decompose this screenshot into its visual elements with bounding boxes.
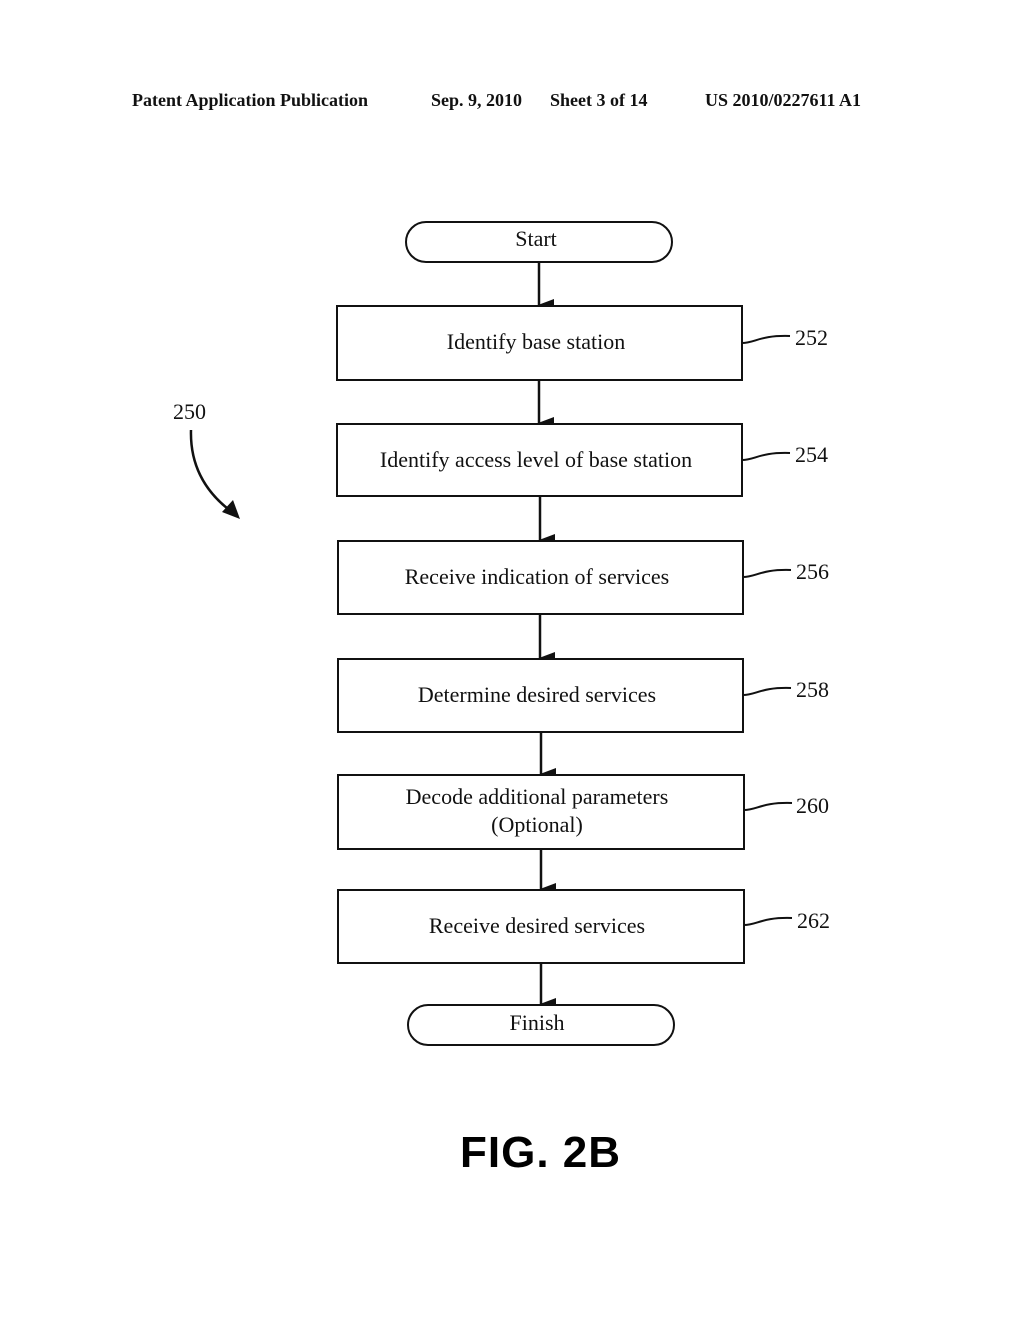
- reference-arrowhead-icon: [222, 500, 240, 519]
- start-terminal: Start: [405, 221, 673, 263]
- reference-pointer-arrow-icon: [189, 429, 233, 514]
- step-box-254: Identify access level of base station: [336, 423, 743, 497]
- step-box-256: Receive indication of services: [337, 540, 744, 615]
- step-label-line-2: (Optional): [491, 812, 583, 837]
- leader-line-262: [743, 916, 793, 926]
- step-box-262: Receive desired services: [337, 889, 745, 964]
- diagram-reference-number: 250: [173, 399, 206, 424]
- ref-number-256: 256: [796, 559, 829, 584]
- leader-line-254: [741, 451, 791, 461]
- ref-number-262: 262: [797, 908, 830, 933]
- leader-line-252: [741, 334, 791, 344]
- leader-line-258: [742, 686, 792, 696]
- step-label-line-1: Decode additional parameters: [406, 784, 669, 809]
- finish-label: Finish: [509, 1010, 564, 1035]
- ref-number-260: 260: [796, 793, 829, 818]
- step-box-260: Decode additional parameters (Optional): [337, 774, 745, 850]
- figure-label: FIG. 2B: [460, 1128, 622, 1177]
- leader-line-256: [742, 568, 792, 578]
- start-label: Start: [515, 226, 557, 251]
- ref-number-252: 252: [795, 325, 828, 350]
- finish-terminal: Finish: [407, 1004, 675, 1046]
- step-label: Determine desired services: [418, 682, 656, 707]
- step-label: Receive desired services: [429, 913, 645, 938]
- step-label: Receive indication of services: [405, 564, 670, 589]
- step-label: Identify base station: [447, 329, 625, 354]
- leader-line-260: [743, 801, 793, 811]
- step-box-252: Identify base station: [336, 305, 743, 381]
- step-label: Identify access level of base station: [380, 447, 692, 472]
- flowchart: Start Identify base station 252 Identify…: [173, 221, 830, 1046]
- ref-number-254: 254: [795, 442, 828, 467]
- step-box-258: Determine desired services: [337, 658, 744, 733]
- ref-number-258: 258: [796, 677, 829, 702]
